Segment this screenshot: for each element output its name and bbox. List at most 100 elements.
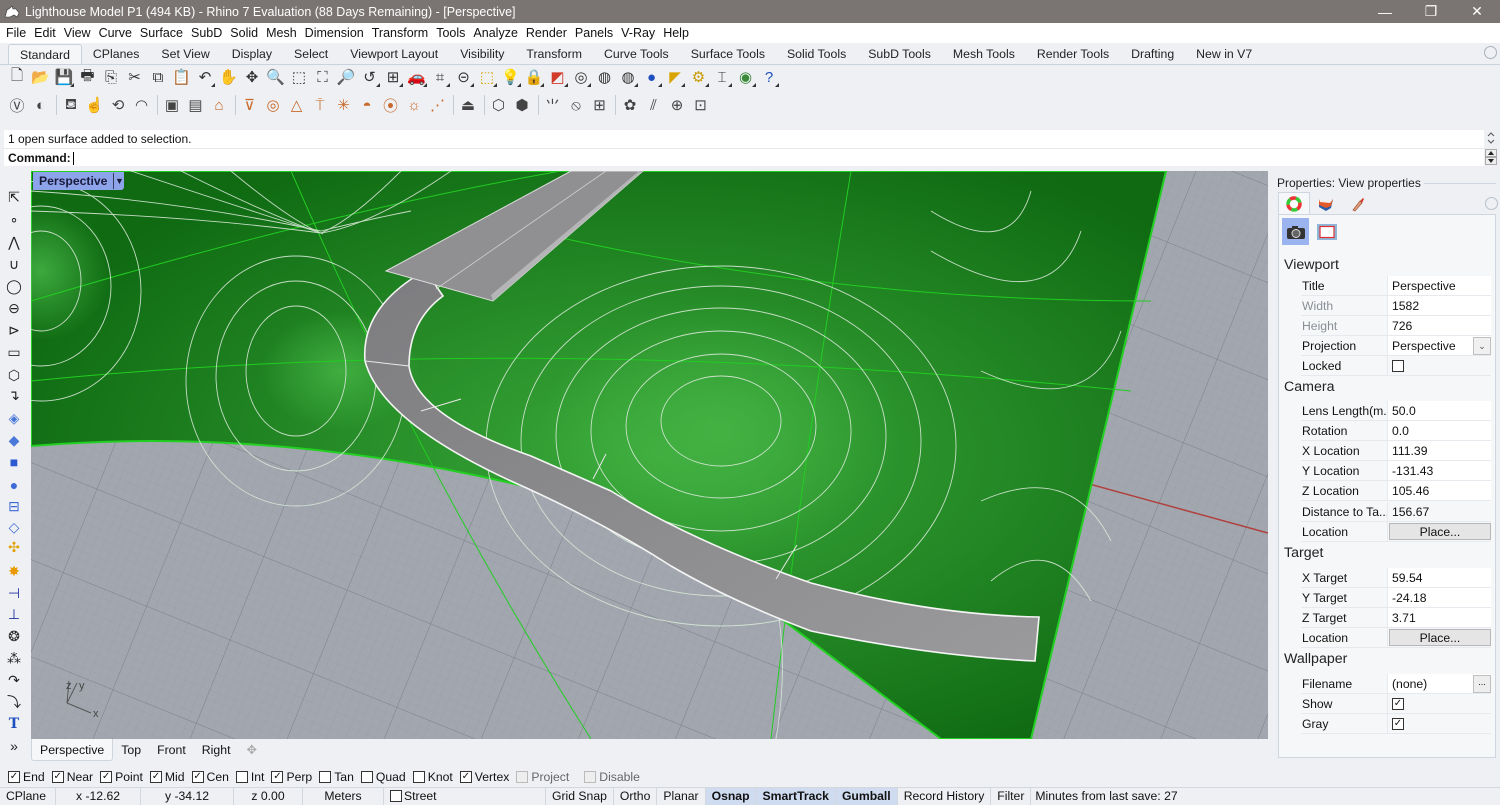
z-target-field[interactable]: 3.71: [1387, 608, 1491, 627]
width-field[interactable]: 1582: [1387, 296, 1491, 315]
osnap-near-checkbox[interactable]: ✓: [51, 770, 64, 783]
osnap-mid[interactable]: ✓ Mid: [149, 770, 185, 784]
filename-field[interactable]: (none)...: [1387, 674, 1491, 693]
menu-view[interactable]: View: [64, 26, 91, 40]
mesh-clipper-icon[interactable]: ⊞: [589, 94, 611, 116]
toggle-grid-snap[interactable]: Grid Snap: [546, 787, 614, 805]
infinite-plane-icon[interactable]: ⫽: [643, 94, 665, 116]
text-icon[interactable]: T: [4, 714, 24, 734]
restore-button[interactable]: ❐: [1408, 0, 1454, 23]
toolbar-settings-gear-icon[interactable]: [1484, 46, 1497, 59]
import-icon[interactable]: ⎘: [100, 66, 122, 88]
viewport-tab-right[interactable]: Right: [194, 739, 239, 761]
tab-materials[interactable]: [1342, 192, 1374, 215]
options-icon[interactable]: ⚙: [688, 66, 710, 88]
osnap-perp-checkbox[interactable]: ✓: [271, 770, 284, 783]
camera-icon[interactable]: ⏏: [457, 94, 479, 116]
title-field[interactable]: Perspective: [1387, 276, 1491, 295]
frame-buffer-icon[interactable]: ▣: [161, 94, 183, 116]
lightmix-icon[interactable]: ⌂: [208, 94, 230, 116]
menu-help[interactable]: Help: [663, 26, 689, 40]
sun-light-icon[interactable]: ☼: [403, 94, 425, 116]
tab-cplanes[interactable]: CPlanes: [82, 44, 150, 64]
tab-display[interactable]: Display: [221, 44, 283, 64]
menu-file[interactable]: File: [6, 26, 26, 40]
point-icon[interactable]: ∘: [4, 209, 24, 229]
puzzle-icon[interactable]: ✣: [4, 537, 24, 557]
osnap-end[interactable]: ✓ End: [8, 770, 45, 784]
tab-mesh-tools[interactable]: Mesh Tools: [942, 44, 1026, 64]
osnap-perp[interactable]: ✓ Perp: [271, 770, 312, 784]
zoom-extents-icon[interactable]: ⛶: [312, 66, 334, 88]
toggle-ortho[interactable]: Ortho: [614, 787, 658, 805]
new-file-icon[interactable]: 🗋: [6, 66, 28, 88]
mesh-light-icon[interactable]: ⦿: [380, 94, 402, 116]
tab-visibility[interactable]: Visibility: [449, 44, 515, 64]
interactive-render-icon[interactable]: ☝: [84, 94, 106, 116]
paste-icon[interactable]: 📋: [171, 66, 193, 88]
add-viewport-tab-icon[interactable]: ✥: [239, 739, 265, 761]
material-pick-icon[interactable]: ✿: [619, 94, 641, 116]
render-icon[interactable]: ⛾: [60, 94, 82, 116]
arc-icon[interactable]: ⊳: [4, 320, 24, 340]
viewport-tab-top[interactable]: Top: [113, 739, 149, 761]
rotate-view-icon[interactable]: ✥: [241, 66, 263, 88]
close-button[interactable]: ✕: [1454, 0, 1500, 23]
undo-view-icon[interactable]: ↺: [359, 66, 381, 88]
osnap-near[interactable]: ✓ Near: [51, 770, 93, 784]
help-icon[interactable]: ?: [758, 66, 780, 88]
toggle-smarttrack[interactable]: SmartTrack: [756, 787, 836, 805]
lock-icon[interactable]: 🔒: [523, 66, 545, 88]
osnap-cen[interactable]: ✓ Cen: [191, 770, 229, 784]
tab-render-tools[interactable]: Render Tools: [1026, 44, 1120, 64]
undo-icon[interactable]: ↶: [194, 66, 216, 88]
tab-select[interactable]: Select: [283, 44, 339, 64]
toggle-osnap[interactable]: Osnap: [705, 787, 757, 805]
tab-standard[interactable]: Standard: [8, 44, 82, 64]
z-location-field[interactable]: 105.46: [1387, 481, 1491, 500]
menu-panels[interactable]: Panels: [575, 26, 613, 40]
osnap-project-checkbox[interactable]: [516, 770, 529, 783]
menu-edit[interactable]: Edit: [34, 26, 56, 40]
extrude-surface-icon[interactable]: ◆: [4, 430, 24, 450]
frame-buffer-history-icon[interactable]: ▤: [185, 94, 207, 116]
gray-checkbox[interactable]: ✓: [1392, 718, 1404, 730]
cplane-indicator[interactable]: CPlane: [0, 787, 56, 805]
browse-button[interactable]: ...: [1473, 675, 1491, 693]
tab-layers[interactable]: [1310, 192, 1342, 215]
height-field[interactable]: 726: [1387, 316, 1491, 335]
viewport-tab-front[interactable]: Front: [149, 739, 194, 761]
y-location-field[interactable]: -131.43: [1387, 461, 1491, 480]
command-line[interactable]: Command:: [4, 148, 1484, 166]
fur-icon[interactable]: ⺌: [542, 94, 564, 116]
toggle-planar[interactable]: Planar: [657, 787, 706, 805]
vray-asset-editor-icon[interactable]: ◐: [30, 94, 52, 116]
four-viewports-icon[interactable]: ⊞: [382, 66, 404, 88]
panel-settings-gear-icon[interactable]: [1485, 197, 1498, 210]
osnap-vertex[interactable]: ✓ Vertex: [459, 770, 509, 784]
osnap-mid-checkbox[interactable]: ✓: [149, 770, 162, 783]
split-icon[interactable]: ⊣: [4, 583, 24, 603]
bake-icon[interactable]: ⊕: [666, 94, 688, 116]
more-icon[interactable]: »: [4, 736, 24, 756]
x-target-field[interactable]: 59.54: [1387, 568, 1491, 587]
tab-transform[interactable]: Transform: [515, 44, 593, 64]
ies-light-icon[interactable]: ⍑: [309, 94, 331, 116]
select-icon[interactable]: ⇱: [4, 187, 24, 207]
zoom-window-icon[interactable]: ⬚: [288, 66, 310, 88]
subtab-viewport[interactable]: [1282, 218, 1309, 245]
light-bulb-icon[interactable]: 💡: [500, 66, 522, 88]
rotation-field[interactable]: 0.0: [1387, 421, 1491, 440]
grasshopper-icon[interactable]: ◉: [735, 66, 757, 88]
menu-surface[interactable]: Surface: [140, 26, 183, 40]
osnap-project[interactable]: Project: [516, 770, 569, 784]
chevron-down-icon[interactable]: ⌄: [1473, 337, 1491, 355]
render-cloud-icon[interactable]: ⟲: [107, 94, 129, 116]
sphere-boolean-icon[interactable]: ●: [4, 475, 24, 495]
perspective-viewport[interactable]: z y x Perspective ▼: [31, 171, 1268, 739]
render-sphere-icon[interactable]: ●: [641, 66, 663, 88]
osnap-knot-checkbox[interactable]: [412, 770, 425, 783]
menu-transform[interactable]: Transform: [372, 26, 429, 40]
viewport-menu-dropdown-icon[interactable]: ▼: [113, 173, 124, 189]
fillet-curve-icon[interactable]: ↴: [4, 385, 24, 405]
